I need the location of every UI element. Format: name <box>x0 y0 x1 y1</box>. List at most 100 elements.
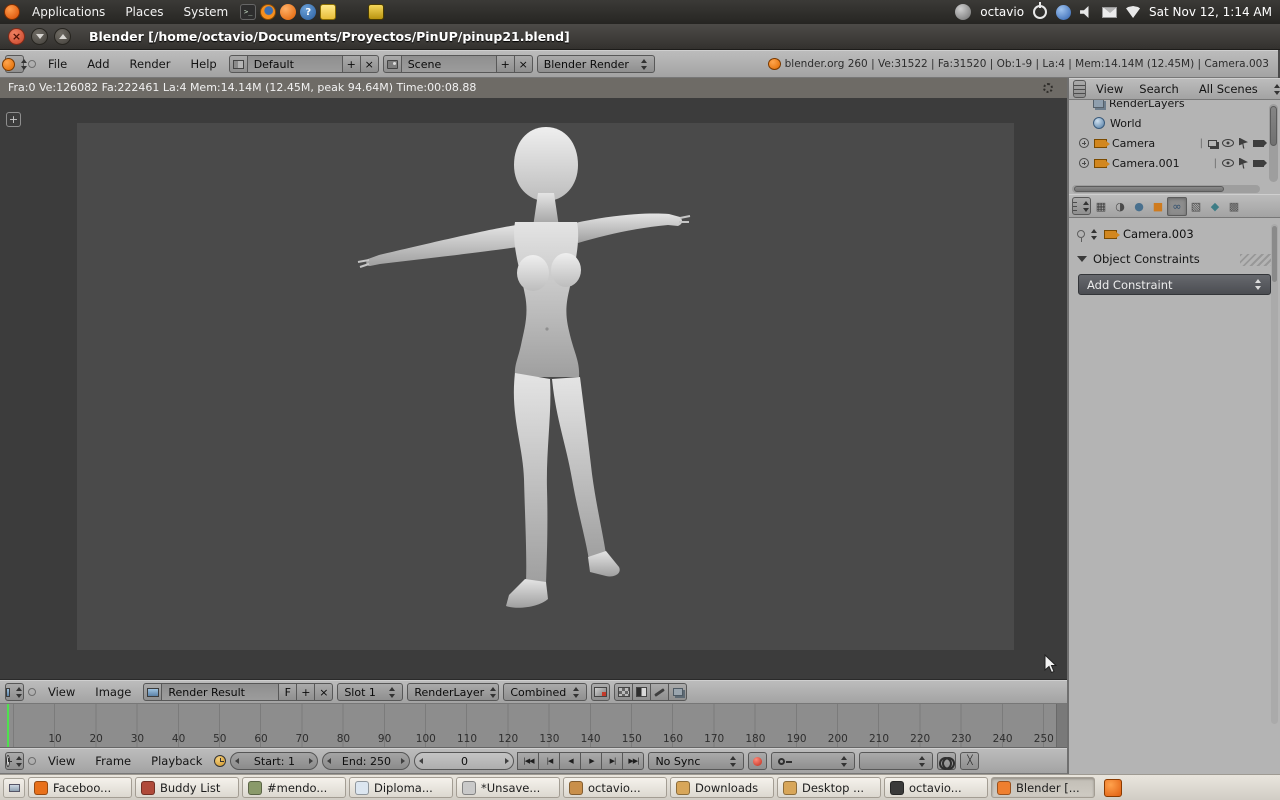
render-slot-dropdown[interactable]: Slot 1 <box>337 683 403 701</box>
editor-type-button[interactable] <box>1073 80 1086 98</box>
header-collapse-icon[interactable] <box>28 757 36 765</box>
system-menu[interactable]: System <box>175 0 236 24</box>
outliner-item-camera001[interactable]: Camera.001 | <box>1069 153 1280 173</box>
notification-applet-icon[interactable] <box>1104 779 1122 797</box>
keying-set-dropdown[interactable] <box>771 752 855 770</box>
file-menu[interactable]: File <box>40 57 75 71</box>
bluetooth-icon[interactable] <box>1056 5 1071 20</box>
outliner-item-renderlayers[interactable]: RenderLayers <box>1069 100 1280 113</box>
playback-button[interactable]: ◀ <box>559 752 581 770</box>
taskbar-window-button[interactable]: Desktop ... <box>777 777 881 798</box>
layers-button[interactable] <box>668 683 687 701</box>
constraints-tab-icon[interactable]: ∞ <box>1167 197 1187 216</box>
object-data-tab-icon[interactable]: ◆ <box>1205 197 1225 216</box>
view-menu[interactable]: View <box>1090 82 1129 96</box>
insert-keyframe-button[interactable] <box>937 752 956 770</box>
username-label[interactable]: octavio <box>980 5 1024 19</box>
mail-icon[interactable] <box>1102 7 1117 18</box>
taskbar-window-button[interactable]: octavio... <box>884 777 988 798</box>
outliner-vertical-scrollbar[interactable] <box>1269 104 1278 182</box>
window-close-button[interactable]: × <box>8 28 25 45</box>
window-titlebar[interactable]: × Blender [/home/octavio/Documents/Proye… <box>0 24 1280 50</box>
scene-add-button[interactable]: + <box>496 55 515 73</box>
power-icon[interactable] <box>1033 5 1047 19</box>
applications-menu[interactable]: Applications <box>24 0 113 24</box>
frame-start-field[interactable]: Start: 1 <box>230 752 318 770</box>
render-tab-icon[interactable]: ▦ <box>1091 197 1111 216</box>
gear-icon[interactable] <box>1043 83 1053 93</box>
image-new-button[interactable]: + <box>296 683 315 701</box>
taskbar-window-button[interactable]: octavio... <box>563 777 667 798</box>
taskbar-window-button[interactable]: Buddy List <box>135 777 239 798</box>
screen-layout-browse-button[interactable] <box>229 55 248 73</box>
playback-button[interactable]: ▶▶| <box>622 752 644 770</box>
add-region-icon[interactable]: + <box>6 112 21 127</box>
tomboy-note-icon[interactable] <box>320 4 336 20</box>
header-collapse-icon[interactable] <box>28 688 36 696</box>
playback-menu[interactable]: Playback <box>143 754 210 768</box>
editor-type-button[interactable] <box>5 55 24 73</box>
show-desktop-button[interactable] <box>3 778 25 798</box>
scrollbar-thumb[interactable] <box>1074 186 1224 192</box>
modifiers-tab-icon[interactable]: ▧ <box>1186 197 1206 216</box>
header-collapse-icon[interactable] <box>28 60 36 68</box>
search-menu[interactable]: Search <box>1133 82 1185 96</box>
firefox-launcher-icon[interactable] <box>260 4 276 20</box>
panel-expand-icon[interactable] <box>1077 256 1087 262</box>
selectable-cursor-icon[interactable] <box>1239 158 1248 169</box>
contrast-button[interactable] <box>632 683 651 701</box>
panel-clock[interactable]: Sat Nov 12, 1:14 AM <box>1149 5 1276 19</box>
timeline-ruler[interactable]: 1020304050607080901001101201301401501601… <box>0 704 1067 748</box>
scrollbar-thumb[interactable] <box>1272 226 1277 282</box>
image-editor-viewport[interactable]: + <box>0 98 1067 680</box>
properties-scrollbar[interactable] <box>1271 224 1278 724</box>
renderable-camera-icon[interactable] <box>1253 160 1264 167</box>
editor-type-button[interactable] <box>5 752 24 770</box>
sticky-notes-icon[interactable] <box>368 4 384 20</box>
frame-end-field[interactable]: End: 250 <box>322 752 410 770</box>
session-status-icon[interactable] <box>955 4 971 20</box>
screen-layout-name-field[interactable]: Default <box>247 55 343 73</box>
network-icon[interactable] <box>1126 6 1140 18</box>
panel-grip-icon[interactable] <box>1240 254 1274 266</box>
alpha-checker-button[interactable] <box>614 683 633 701</box>
render-layer-dropdown[interactable]: RenderLayer <box>407 683 499 701</box>
view-menu[interactable]: View <box>40 754 83 768</box>
renderable-camera-icon[interactable] <box>1253 140 1264 147</box>
expand-icon[interactable] <box>1079 138 1089 148</box>
screen-layout-add-button[interactable]: + <box>342 55 361 73</box>
help-menu[interactable]: Help <box>182 57 224 71</box>
playback-button[interactable]: |◀◀ <box>517 752 539 770</box>
terminal-launcher-icon[interactable]: >_ <box>240 4 256 20</box>
playback-button[interactable]: |◀ <box>538 752 560 770</box>
window-minimize-button[interactable] <box>31 28 48 45</box>
frame-menu[interactable]: Frame <box>87 754 139 768</box>
fake-user-button[interactable]: F <box>278 683 297 701</box>
taskbar-window-button[interactable]: Downloads <box>670 777 774 798</box>
visibility-eye-icon[interactable] <box>1222 159 1234 167</box>
outliner-item-camera[interactable]: Camera | <box>1069 133 1280 153</box>
screen-layout-delete-button[interactable]: × <box>360 55 379 73</box>
ubuntu-logo-icon[interactable] <box>4 4 20 20</box>
taskbar-window-button[interactable]: Diploma... <box>349 777 453 798</box>
object-constraints-panel-header[interactable]: Object Constraints <box>1069 248 1280 270</box>
taskbar-window-button[interactable]: Blender [... <box>991 777 1095 798</box>
delete-keyframe-button[interactable]: ╳ <box>960 752 979 770</box>
outliner-horizontal-scrollbar[interactable] <box>1072 185 1260 193</box>
render-engine-dropdown[interactable]: Blender Render <box>537 55 655 73</box>
add-constraint-button[interactable]: Add Constraint <box>1078 274 1271 295</box>
window-maximize-button[interactable] <box>54 28 71 45</box>
image-menu[interactable]: Image <box>87 685 139 699</box>
scene-tab-icon[interactable]: ◑ <box>1110 197 1130 216</box>
add-menu[interactable]: Add <box>79 57 117 71</box>
auto-keyframe-button[interactable] <box>748 752 767 770</box>
image-unlink-button[interactable]: × <box>314 683 333 701</box>
world-tab-icon[interactable]: ● <box>1129 197 1149 216</box>
paint-mode-button[interactable] <box>650 683 669 701</box>
scrollbar-thumb[interactable] <box>1270 106 1277 146</box>
object-tab-icon[interactable]: ■ <box>1148 197 1168 216</box>
scene-name-field[interactable]: Scene <box>401 55 497 73</box>
scene-delete-button[interactable]: × <box>514 55 533 73</box>
ubuntu-software-icon[interactable] <box>280 4 296 20</box>
visibility-eye-icon[interactable] <box>1222 139 1234 147</box>
